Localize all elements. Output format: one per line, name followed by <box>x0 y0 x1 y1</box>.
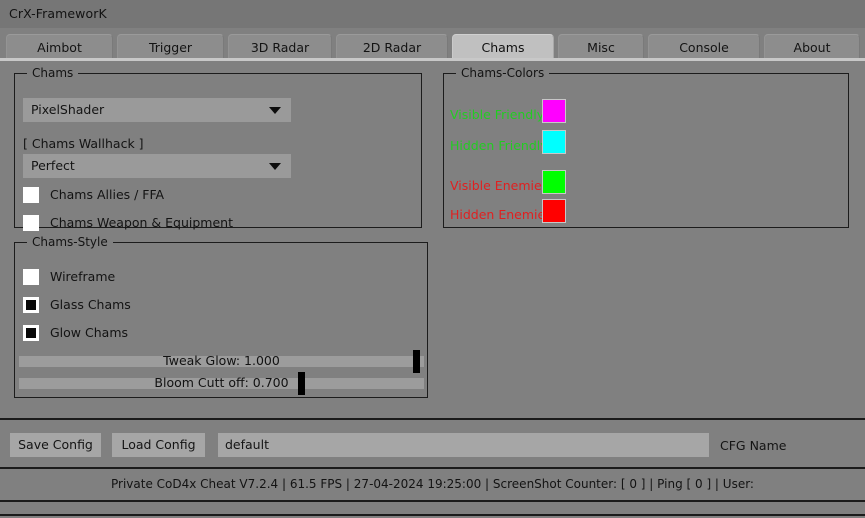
checkbox-box[interactable] <box>23 215 39 231</box>
checkbox-label: Glow Chams <box>50 325 129 340</box>
wallhack-combo[interactable]: Perfect <box>23 154 291 178</box>
footer-strip <box>0 502 865 514</box>
chams-colors-groupbox: Chams-Colors Visible Friendly Hidden Fri… <box>443 66 849 228</box>
chams-style-groupbox-title: Chams-Style <box>27 235 113 249</box>
load-config-button[interactable]: Load Config <box>112 433 205 457</box>
chams-colors-groupbox-title: Chams-Colors <box>456 66 550 80</box>
label-hidden-enemies: Hidden Enemies <box>450 207 552 222</box>
checkbox-box[interactable] <box>23 187 39 203</box>
label-visible-enemies: Visible Enemies <box>450 178 549 193</box>
chams-style-groupbox: Chams-Style Wireframe Glass Chams Glow C… <box>14 235 428 398</box>
checkbox-box[interactable] <box>23 325 39 341</box>
checkbox-box[interactable] <box>23 269 39 285</box>
wallhack-combo-value: Perfect <box>31 158 75 173</box>
tab-chams[interactable]: Chams <box>452 34 554 60</box>
slider-bloom-cutoff-caption: Bloom Cutt off: 0.700 <box>154 375 289 390</box>
chams-wallhack-label: [ Chams Wallhack ] <box>23 136 144 151</box>
tab-console[interactable]: Console <box>648 34 760 60</box>
tab-misc[interactable]: Misc <box>558 34 644 60</box>
tab-panel-chams: Chams PixelShader [ Chams Wallhack ] Per… <box>0 61 865 418</box>
tab-about[interactable]: About <box>764 34 860 60</box>
cfg-name-label: CFG Name <box>720 438 787 453</box>
checkbox-label: Glass Chams <box>50 297 131 312</box>
label-visible-friendly: Visible Friendly <box>450 107 545 122</box>
checkbox-label: Chams Weapon & Equipment <box>50 215 234 230</box>
checkbox-label: Chams Allies / FFA <box>50 187 165 202</box>
checkbox-box[interactable] <box>23 297 39 313</box>
title-bar: CrX-FrameworK <box>0 0 865 29</box>
label-hidden-friendly: Hidden Friendly <box>450 138 548 153</box>
swatch-visible-friendly[interactable] <box>542 99 566 123</box>
tab-bar: Aimbot Trigger 3D Radar 2D Radar Chams Misc Co… <box>0 28 865 61</box>
tab-aimbot[interactable]: Aimbot <box>6 34 113 60</box>
chevron-down-icon <box>269 163 281 170</box>
tab-2d-radar[interactable]: 2D Radar <box>336 34 448 60</box>
save-config-button[interactable]: Save Config <box>10 433 101 457</box>
shader-combo[interactable]: PixelShader <box>23 98 291 122</box>
checkbox-label: Wireframe <box>50 269 116 284</box>
status-text: Private CoD4x Cheat V7.2.4 | 61.5 FPS | … <box>111 477 754 491</box>
status-bar: Private CoD4x Cheat V7.2.4 | 61.5 FPS | … <box>0 469 865 500</box>
cheat-menu-window: CrX-FrameworK Aimbot Trigger 3D Radar 2D Ra… <box>0 0 865 518</box>
cfg-name-input[interactable]: default <box>218 433 709 457</box>
window-title: CrX-FrameworK <box>9 6 107 21</box>
shader-combo-value: PixelShader <box>31 102 105 117</box>
swatch-hidden-enemies[interactable] <box>542 199 566 223</box>
tab-3d-radar[interactable]: 3D Radar <box>228 34 332 60</box>
chams-groupbox-title: Chams <box>27 66 79 80</box>
swatch-visible-enemies[interactable] <box>542 170 566 194</box>
slider-tweak-glow-caption: Tweak Glow: 1.000 <box>163 353 280 368</box>
tab-trigger[interactable]: Trigger <box>117 34 224 60</box>
chevron-down-icon <box>269 107 281 114</box>
swatch-hidden-friendly[interactable] <box>542 130 566 154</box>
chams-groupbox: Chams PixelShader [ Chams Wallhack ] Per… <box>14 66 422 231</box>
cfg-name-value: default <box>225 437 269 452</box>
